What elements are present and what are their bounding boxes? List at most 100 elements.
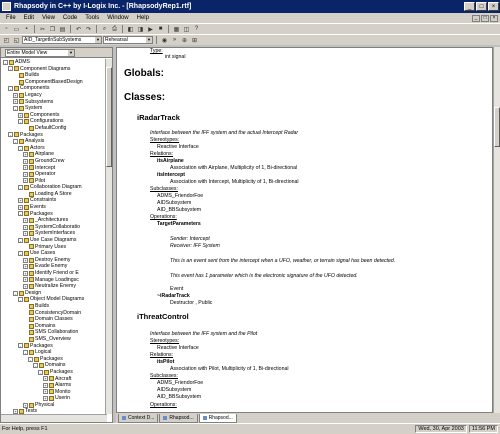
tree-item[interactable]: + Aircraft xyxy=(1,376,107,383)
collapse-icon[interactable]: - xyxy=(18,343,23,349)
collapse-icon[interactable]: - xyxy=(18,237,23,243)
generate-code-icon[interactable]: ◧ xyxy=(126,25,135,34)
mdi-restore-button[interactable]: □ xyxy=(481,14,489,22)
tree-item[interactable]: Builds xyxy=(1,72,107,79)
expand-icon[interactable]: + xyxy=(43,376,48,382)
expand-icon[interactable]: + xyxy=(18,198,23,204)
paste-icon[interactable]: ▤ xyxy=(58,25,67,34)
tree-item[interactable]: Domain Classes xyxy=(1,316,107,323)
tree-item[interactable]: ConsistencyDomain xyxy=(1,310,107,317)
mdi-minimize-button[interactable]: _ xyxy=(472,14,480,22)
tree-item[interactable]: + SystemInterfaces xyxy=(1,230,107,237)
tree-item[interactable]: - Packages xyxy=(1,211,107,218)
configuration-combo[interactable]: Rehearsal ▼ xyxy=(103,36,153,44)
expand-icon[interactable]: + xyxy=(23,283,28,289)
collapse-icon[interactable]: - xyxy=(13,138,18,144)
tree-item[interactable]: + Subsystems xyxy=(1,99,107,106)
chevron-down-icon[interactable]: ▼ xyxy=(68,49,74,56)
menu-edit[interactable]: Edit xyxy=(20,13,38,23)
scope-combo[interactable]: AID_TargetInSubSystems ▼ xyxy=(22,36,102,44)
tree-item[interactable]: Loading A Store xyxy=(1,191,107,198)
tree-item[interactable]: + _Architectures xyxy=(1,217,107,224)
collapse-icon[interactable]: - xyxy=(3,59,8,65)
features-icon[interactable]: ◫ xyxy=(182,25,191,34)
collapse-icon[interactable]: - xyxy=(18,145,23,151)
tree-item[interactable]: - Logical xyxy=(1,349,107,356)
tree-item[interactable]: - Actors xyxy=(1,145,107,152)
close-button[interactable]: × xyxy=(488,2,499,11)
expand-icon[interactable]: + xyxy=(23,231,28,237)
tree-item[interactable]: + Intercept xyxy=(1,165,107,172)
browser-icon[interactable]: ▦ xyxy=(172,25,181,34)
tree-item[interactable]: + GroundCrew xyxy=(1,158,107,165)
expand-icon[interactable]: + xyxy=(23,171,28,177)
tree-item[interactable]: + SystemCollaboratio xyxy=(1,224,107,231)
tree-item[interactable]: - Design xyxy=(1,290,107,297)
tree-item[interactable]: + Operator xyxy=(1,171,107,178)
find-icon[interactable]: ⌕ xyxy=(100,25,109,34)
tree-item[interactable]: - ADMS xyxy=(1,59,107,66)
tree-item[interactable]: - Components xyxy=(1,85,107,92)
collapse-icon[interactable]: - xyxy=(18,251,23,257)
expand-icon[interactable]: + xyxy=(23,257,28,263)
tree-item[interactable]: SMS_Overview xyxy=(1,336,107,343)
step-icon[interactable]: » xyxy=(170,36,179,45)
redo-icon[interactable]: ↷ xyxy=(84,25,93,34)
tree-item[interactable]: + Legacy xyxy=(1,92,107,99)
tree-item[interactable]: Domains xyxy=(1,323,107,330)
tree-item[interactable]: - Packages xyxy=(1,343,107,350)
diagram-icon[interactable]: ◰ xyxy=(2,36,11,45)
collapse-icon[interactable]: - xyxy=(33,363,38,369)
collapse-icon[interactable]: - xyxy=(13,290,18,296)
browser-vertical-scrollbar[interactable] xyxy=(105,59,112,414)
tree-item[interactable]: - Analysis xyxy=(1,138,107,145)
tree-item[interactable]: + Userin xyxy=(1,395,107,402)
make-icon[interactable]: ◨ xyxy=(136,25,145,34)
expand-icon[interactable]: + xyxy=(23,270,28,276)
tab-context-diagram[interactable]: Context D... xyxy=(118,414,159,423)
chevron-down-icon[interactable]: ▼ xyxy=(95,37,101,43)
tree-item[interactable]: + Airplane xyxy=(1,151,107,158)
browser-view-combo[interactable]: Entire Model View ▼ xyxy=(5,48,75,57)
tree-item[interactable]: - Packages xyxy=(1,356,107,363)
tree-item[interactable]: Builds xyxy=(1,303,107,310)
collapse-icon[interactable]: - xyxy=(18,297,23,303)
print-icon[interactable]: ⎙ xyxy=(110,25,119,34)
expand-icon[interactable]: + xyxy=(43,389,48,395)
menu-window[interactable]: Window xyxy=(103,13,132,23)
expand-icon[interactable]: + xyxy=(18,204,23,210)
browser-horizontal-scrollbar[interactable] xyxy=(1,414,107,422)
tree-item[interactable]: - Configurations xyxy=(1,118,107,125)
tree-item[interactable]: + Events xyxy=(1,204,107,211)
tree-item[interactable]: + Alarms xyxy=(1,382,107,389)
cut-icon[interactable]: ✂ xyxy=(38,25,47,34)
tree-item[interactable]: - Collaboration Diagram xyxy=(1,184,107,191)
collapse-icon[interactable]: - xyxy=(8,132,13,138)
tree-item[interactable]: + Components xyxy=(1,112,107,119)
app-icon[interactable] xyxy=(2,2,11,11)
save-icon[interactable]: ▪ xyxy=(22,25,31,34)
menu-tools[interactable]: Tools xyxy=(81,13,103,23)
collapse-icon[interactable]: - xyxy=(13,105,18,111)
expand-icon[interactable]: + xyxy=(23,224,28,230)
tree-item[interactable]: + Pilot xyxy=(1,178,107,185)
collapse-icon[interactable]: - xyxy=(18,211,23,217)
expand-icon[interactable]: + xyxy=(43,396,48,402)
expand-icon[interactable]: + xyxy=(23,158,28,164)
mdi-close-button[interactable]: × xyxy=(490,14,498,22)
tree-item[interactable]: + Monito xyxy=(1,389,107,396)
collapse-icon[interactable]: - xyxy=(18,119,23,125)
tree-item[interactable]: + Manage Loadingsc xyxy=(1,277,107,284)
tab-rhapsody-report-2[interactable]: Rhapsod... xyxy=(198,414,237,423)
tree-item[interactable]: + Constraints xyxy=(1,197,107,204)
tree-item[interactable]: + Evade Enemy xyxy=(1,263,107,270)
tab-rhapsody-report-1[interactable]: Rhapsod... xyxy=(159,414,198,423)
tree-item[interactable]: - Packages xyxy=(1,369,107,376)
expand-icon[interactable]: + xyxy=(23,402,28,408)
tree-item[interactable]: SMS Collaboration xyxy=(1,329,107,336)
menu-view[interactable]: View xyxy=(38,13,59,23)
expand-icon[interactable]: + xyxy=(23,277,28,283)
tree-item[interactable]: - Packages xyxy=(1,132,107,139)
run-icon[interactable]: ▶ xyxy=(146,25,155,34)
tree-item[interactable]: ComponentBasedDesign xyxy=(1,79,107,86)
